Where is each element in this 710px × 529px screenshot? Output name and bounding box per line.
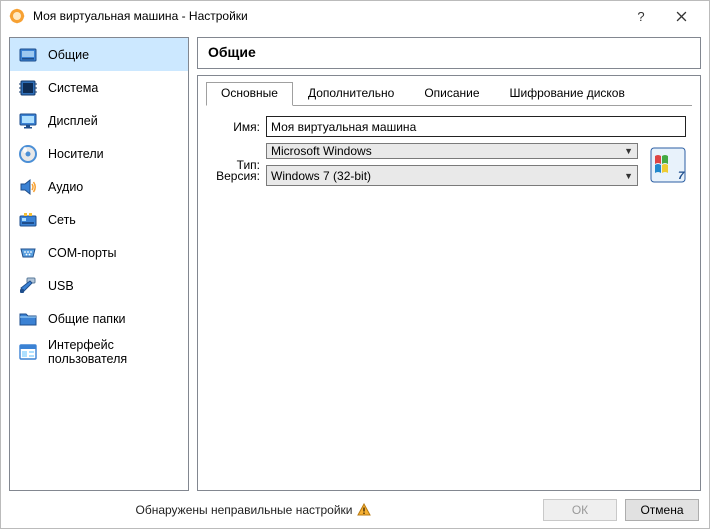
sidebar-item-display[interactable]: Дисплей [10, 104, 188, 137]
ok-button[interactable]: ОК [543, 499, 617, 521]
tab-description[interactable]: Описание [409, 82, 494, 105]
tab-basic[interactable]: Основные [206, 82, 293, 106]
sidebar-item-label: Сеть [48, 213, 76, 227]
audio-icon [18, 177, 38, 197]
storage-icon [18, 144, 38, 164]
app-icon [9, 8, 25, 24]
close-button[interactable] [661, 2, 701, 30]
sidebar-item-usb[interactable]: USB [10, 269, 188, 302]
sidebar-item-label: Система [48, 81, 98, 95]
sidebar-item-ui[interactable]: Интерфейс пользователя [10, 335, 188, 368]
sidebar-item-general[interactable]: Общие [10, 38, 188, 71]
name-input[interactable] [266, 116, 686, 137]
version-value: Windows 7 (32-bit) [271, 169, 371, 183]
sidebar-item-label: Дисплей [48, 114, 98, 128]
sidebar-item-label: COM-порты [48, 246, 116, 260]
window-title: Моя виртуальная машина - Настройки [33, 9, 621, 23]
tab-advanced[interactable]: Дополнительно [293, 82, 409, 105]
sidebar-item-system[interactable]: Система [10, 71, 188, 104]
chevron-down-icon: ▼ [624, 171, 633, 181]
system-icon [18, 78, 38, 98]
sidebar-item-shared-folders[interactable]: Общие папки [10, 302, 188, 335]
warning-icon [357, 503, 371, 517]
sidebar-item-network[interactable]: Сеть [10, 203, 188, 236]
shared-folders-icon [18, 309, 38, 329]
display-icon [18, 111, 38, 131]
titlebar: Моя виртуальная машина - Настройки ? [1, 1, 709, 31]
status-text: Обнаружены неправильные настройки [135, 503, 352, 517]
content-box: Основные Дополнительно Описание Шифрован… [197, 75, 701, 491]
general-icon [18, 45, 38, 65]
type-combobox[interactable]: Microsoft Windows ▼ [266, 143, 638, 159]
sidebar-item-label: Интерфейс пользователя [48, 338, 180, 366]
network-icon [18, 210, 38, 230]
tab-encryption[interactable]: Шифрование дисков [495, 82, 640, 105]
status-message: Обнаружены неправильные настройки [135, 503, 370, 517]
type-value: Microsoft Windows [271, 144, 372, 158]
sidebar-item-label: USB [48, 279, 74, 293]
sidebar-item-label: Носители [48, 147, 104, 161]
section-heading: Общие [208, 44, 690, 60]
tabs: Основные Дополнительно Описание Шифрован… [206, 82, 692, 106]
chevron-down-icon: ▼ [624, 146, 633, 156]
sidebar-item-label: Общие папки [48, 312, 126, 326]
sidebar-item-audio[interactable]: Аудио [10, 170, 188, 203]
footer-bar: Обнаружены неправильные настройки ОК Отм… [1, 492, 709, 528]
section-heading-box: Общие [197, 37, 701, 69]
sidebar-item-storage[interactable]: Носители [10, 137, 188, 170]
version-combobox[interactable]: Windows 7 (32-bit) ▼ [266, 165, 638, 186]
sidebar-item-label: Общие [48, 48, 89, 62]
ui-icon [18, 342, 38, 362]
version-label: Версия: [212, 169, 260, 183]
help-button[interactable]: ? [621, 2, 661, 30]
sidebar-item-label: Аудио [48, 180, 83, 194]
cancel-button[interactable]: Отмена [625, 499, 699, 521]
category-sidebar: Общие Система Дисплей Носители Аудио Сет… [9, 37, 189, 491]
os-logo-icon: 7 [650, 147, 686, 183]
svg-text:7: 7 [678, 170, 685, 182]
sidebar-item-serial[interactable]: COM-порты [10, 236, 188, 269]
serial-port-icon [18, 243, 38, 263]
name-label: Имя: [212, 120, 260, 134]
usb-icon [18, 276, 38, 296]
